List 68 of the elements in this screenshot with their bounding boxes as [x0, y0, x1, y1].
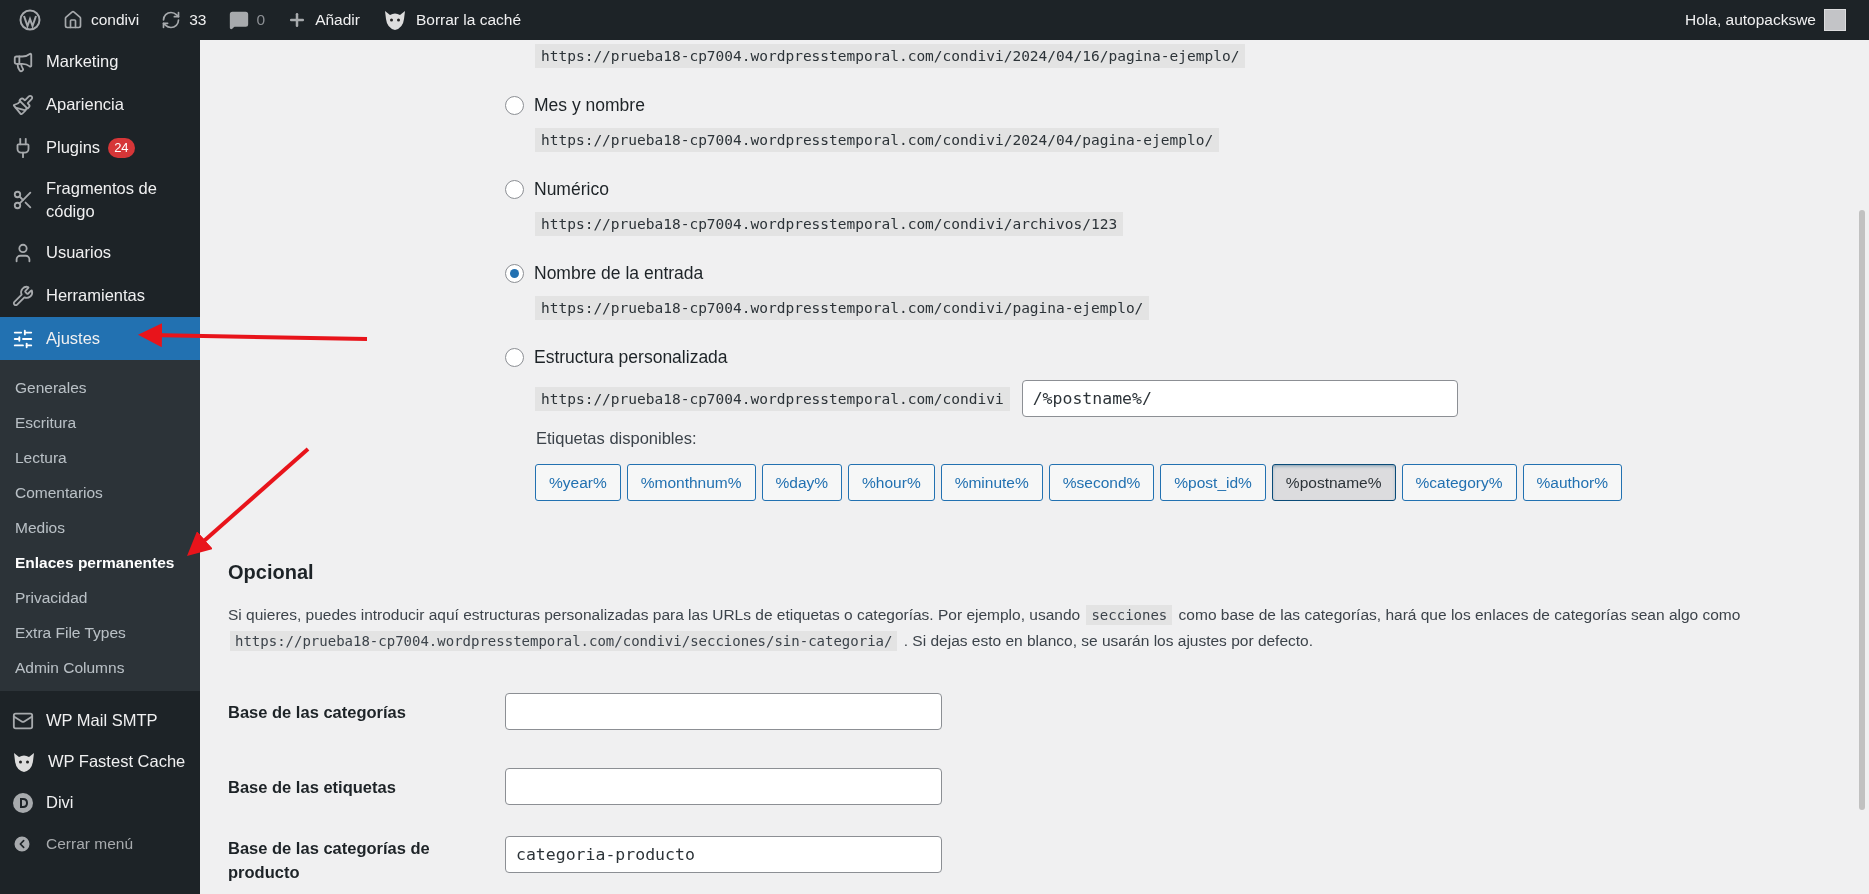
- input-field[interactable]: categoria-producto: [505, 836, 942, 873]
- collapse-menu-link[interactable]: Cerrar menú: [0, 824, 200, 864]
- collapse-icon: [12, 834, 32, 854]
- comments-link[interactable]: 0: [217, 0, 277, 40]
- url-example: https://prueba18-cp7004.wordpresstemporal.com/condivi/archivos/123: [535, 212, 1124, 236]
- tag-button[interactable]: %postname%: [1271, 464, 1396, 501]
- field-label: Base de las categorías: [228, 701, 407, 723]
- url-example: https://prueba18-cp7004.wordpresstemporal.com/condivi/2024/04/pagina-ejemplo/: [535, 128, 1220, 152]
- menu-item[interactable]: Usuarios: [0, 231, 200, 274]
- submenu-item[interactable]: Extra File Types: [0, 615, 141, 650]
- menu-item[interactable]: Plugins 24: [0, 126, 200, 169]
- menu-item[interactable]: WP Fastest Cache: [0, 742, 200, 781]
- field-label: Base de las etiquetas: [228, 776, 397, 798]
- radio-option[interactable]: Estructura personalizada: [505, 347, 728, 368]
- url-example: https://prueba18-cp7004.wordpresstemporal.com/condivi/pagina-ejemplo/: [535, 296, 1150, 320]
- count-badge: 24: [108, 137, 135, 158]
- clear-cache-link[interactable]: Borrar la caché: [370, 0, 533, 40]
- submenu-item[interactable]: Generales: [0, 370, 102, 405]
- tag-button[interactable]: %second%: [1048, 464, 1155, 501]
- input-field[interactable]: [505, 768, 942, 805]
- radio-option[interactable]: Nombre de la entrada: [505, 263, 704, 284]
- menu-item[interactable]: Divi: [0, 781, 200, 824]
- input-field[interactable]: /%postname%/: [1021, 380, 1458, 417]
- site-name-link[interactable]: condivi: [52, 0, 151, 40]
- field-label: Base de las categorías de producto: [228, 838, 431, 883]
- radio-option[interactable]: Mes y nombre: [505, 95, 645, 116]
- input-field[interactable]: [505, 693, 942, 730]
- submenu-item[interactable]: Enlaces permanentes: [0, 545, 190, 580]
- scrollbar-thumb[interactable]: [1859, 210, 1865, 810]
- url-example: https://prueba18-cp7004.wordpresstemporal.com/condivi: [535, 386, 1010, 411]
- scissors-icon: [12, 189, 34, 211]
- tag-button[interactable]: %year%: [535, 464, 621, 501]
- megaphone-icon: [12, 50, 34, 73]
- tag-button[interactable]: %author%: [1522, 464, 1623, 501]
- radio-option[interactable]: Numérico: [505, 179, 609, 200]
- description-text: Si quieres, puedes introducir aquí estructuras personalizadas para las URLs de etiquetas o categorías. Por ejemplo, usando secciones como base de las categorías, hará que los enlaces de categorías sean algo como https://prueba18-cp7004.wordpresstemporal.com/condivi/secciones/sin-categoria/ . Si dejas esto en blanco, se usarán los ajustes por defecto.: [228, 604, 1742, 653]
- menu-item[interactable]: Apariencia: [0, 83, 200, 126]
- tag-button[interactable]: %post_id%: [1160, 464, 1266, 501]
- refresh-icon: [161, 10, 182, 30]
- menu-item[interactable]: WP Mail SMTP: [0, 699, 200, 742]
- brush-icon: [12, 93, 34, 116]
- wrench-icon: [12, 284, 34, 307]
- tag-button[interactable]: %monthnum%: [626, 464, 756, 501]
- account-link[interactable]: Hola, autopackswe: [1674, 0, 1857, 40]
- tag-button[interactable]: %category%: [1401, 464, 1517, 501]
- tag-button[interactable]: %minute%: [940, 464, 1043, 501]
- submenu-item[interactable]: Lectura: [0, 440, 82, 475]
- sliders-icon: [12, 327, 34, 350]
- new-link[interactable]: Añadir: [276, 0, 371, 40]
- submenu-item[interactable]: Comentarios: [0, 475, 118, 510]
- tags-label: Etiquetas disponibles:: [535, 429, 697, 448]
- menu-item[interactable]: Marketing: [0, 40, 200, 83]
- updates-link[interactable]: 33: [150, 0, 218, 40]
- divi-icon: [12, 791, 34, 814]
- comment-icon: [228, 10, 249, 30]
- home-icon: [63, 10, 83, 30]
- tag-button[interactable]: %day%: [761, 464, 843, 501]
- section-heading: Opcional: [228, 561, 315, 584]
- submenu-item[interactable]: Privacidad: [0, 580, 103, 615]
- url-example: https://prueba18-cp7004.wordpresstemporal.com/condivi/2024/04/16/pagina-ejemplo/: [535, 44, 1246, 68]
- cat-face-icon: [12, 750, 36, 773]
- tag-button[interactable]: %hour%: [848, 464, 935, 501]
- submenu-item[interactable]: Admin Columns: [0, 650, 140, 685]
- menu-item[interactable]: Fragmentos de código: [0, 169, 200, 231]
- menu-item[interactable]: Ajustes: [0, 317, 200, 360]
- submenu-item[interactable]: Medios: [0, 510, 80, 545]
- menu-item[interactable]: Herramientas: [0, 274, 200, 317]
- submenu-item[interactable]: Escritura: [0, 405, 92, 440]
